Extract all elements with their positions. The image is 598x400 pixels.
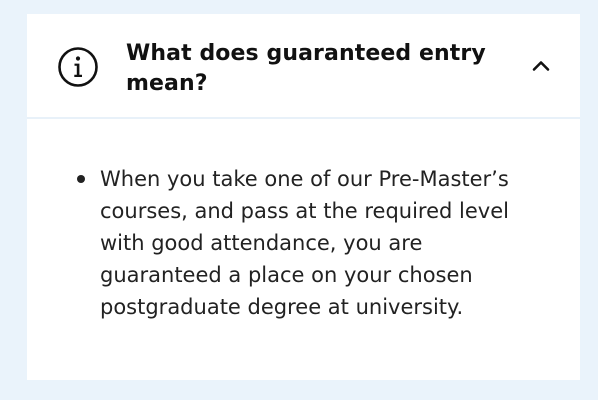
accordion-title: What does guaranteed entry mean? bbox=[126, 41, 486, 96]
bullet-dot bbox=[77, 175, 85, 183]
faq-accordion: What does guaranteed entry mean? When yo… bbox=[27, 14, 580, 380]
accordion-panel: When you take one of our Pre-Master’s co… bbox=[27, 119, 580, 380]
accordion-header[interactable]: What does guaranteed entry mean? bbox=[27, 14, 580, 119]
bullet-list: When you take one of our Pre-Master’s co… bbox=[77, 163, 547, 323]
list-item: When you take one of our Pre-Master’s co… bbox=[77, 163, 547, 323]
chevron-up-icon[interactable] bbox=[529, 54, 553, 78]
info-icon bbox=[58, 47, 98, 87]
list-item-text: When you take one of our Pre-Master’s co… bbox=[100, 167, 509, 319]
